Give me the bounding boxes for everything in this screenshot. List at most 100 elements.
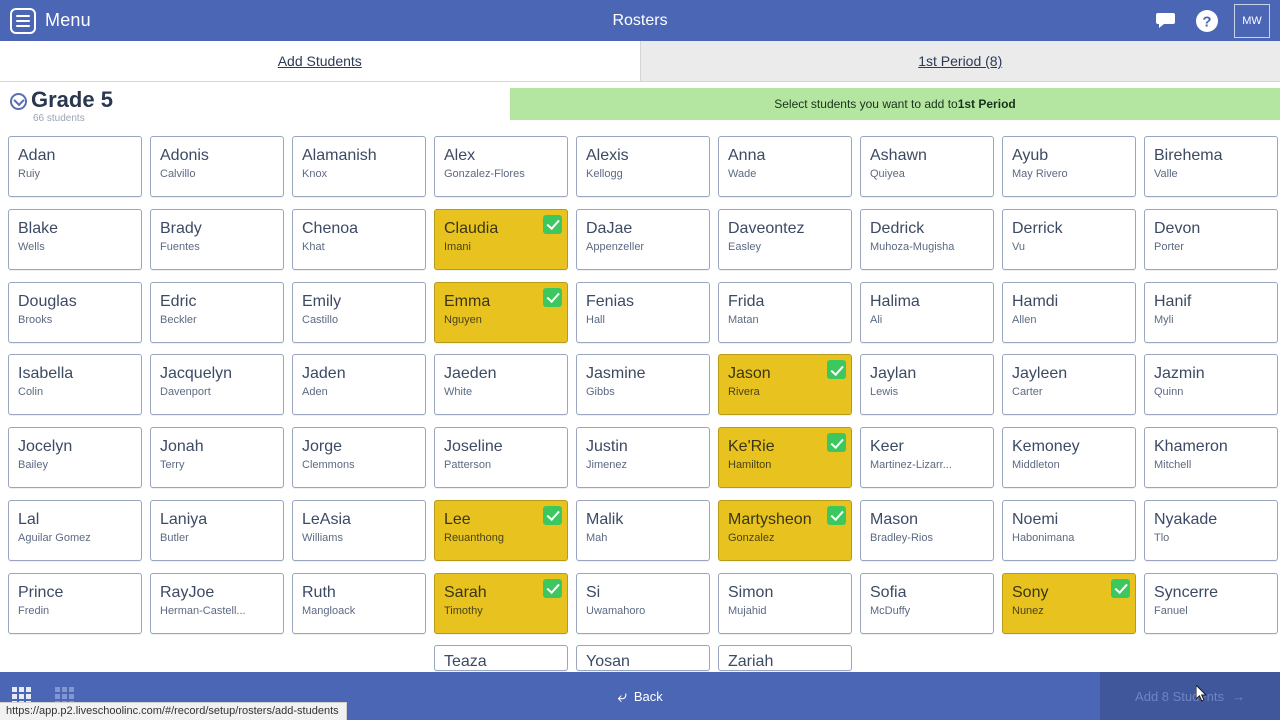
student-cell: Douglas Brooks <box>8 281 150 344</box>
student-card[interactable]: Jacquelyn Davenport <box>150 354 284 416</box>
student-card[interactable]: Jasmine Gibbs <box>576 354 710 416</box>
student-cell: Yosan <box>576 645 718 672</box>
student-card[interactable]: Ke'Rie Hamilton <box>718 427 852 488</box>
grade-group-toggle[interactable]: Grade 5 66 students <box>10 86 113 124</box>
student-card[interactable]: Jocelyn Bailey <box>8 427 142 488</box>
student-card[interactable]: Jorge Clemmons <box>292 427 426 488</box>
student-card[interactable]: Lal Aguilar Gomez <box>8 499 142 561</box>
student-card[interactable]: Jayleen Carter <box>1002 354 1136 416</box>
student-card[interactable]: Jaylan Lewis <box>860 354 994 416</box>
student-card[interactable]: Fenias Hall <box>576 281 710 343</box>
student-card[interactable]: LeAsia Williams <box>292 499 426 561</box>
student-card[interactable]: Kemoney Middleton <box>1002 427 1136 488</box>
selected-check-icon <box>543 505 562 525</box>
student-card[interactable]: Alexis Kellogg <box>576 136 710 197</box>
student-card[interactable]: Blake Wells <box>8 208 142 270</box>
student-card[interactable]: Justin Jimenez <box>576 427 710 488</box>
student-card[interactable]: Hanif Myli <box>1144 281 1278 343</box>
tab-1st-period[interactable]: 1st Period (8) <box>639 41 1280 81</box>
student-card[interactable]: Keer Martinez-Lizarr... <box>860 427 994 488</box>
student-card[interactable]: Devon Porter <box>1144 208 1278 270</box>
chevron-down-circle-icon[interactable] <box>10 93 27 110</box>
student-card[interactable]: Sarah Timothy <box>434 572 568 634</box>
header-actions: ? MW <box>1154 0 1270 41</box>
student-last-name: Nguyen <box>444 313 482 326</box>
student-card[interactable]: Emma Nguyen <box>434 281 568 343</box>
student-card[interactable]: RayJoe Herman-Castell... <box>150 572 284 634</box>
student-card[interactable]: Jonah Terry <box>150 427 284 488</box>
student-card[interactable]: Syncerre Fanuel <box>1144 572 1278 634</box>
student-first-name: Daveontez <box>728 219 805 237</box>
student-card[interactable]: Jaden Aden <box>292 354 426 416</box>
student-card[interactable]: Brady Fuentes <box>150 208 284 270</box>
student-last-name: Aguilar Gomez <box>18 531 91 544</box>
student-first-name: Mason <box>870 510 919 528</box>
student-card[interactable]: Martysheon Gonzalez <box>718 499 852 561</box>
student-card[interactable]: Dedrick Muhoza-Mugisha <box>860 208 994 270</box>
student-first-name: Devon <box>1154 219 1201 237</box>
student-card[interactable]: Jason Rivera <box>718 354 852 416</box>
add-students-label: Add 8 Students <box>1135 688 1224 704</box>
student-card[interactable]: Joseline Patterson <box>434 427 568 488</box>
chat-bubble-icon[interactable] <box>1154 8 1180 34</box>
student-card[interactable]: Si Uwamahoro <box>576 572 710 634</box>
student-card[interactable]: Mason Bradley-Rios <box>860 499 994 561</box>
student-first-name: Jazmin <box>1154 365 1205 383</box>
student-card-grid[interactable]: Adan Ruiy Adonis Calvillo Alamanish Knox Alex G… <box>8 136 1280 672</box>
tab-add-students[interactable]: Add Students <box>0 41 640 81</box>
student-first-name: Malik <box>586 510 624 528</box>
student-card[interactable]: Chenoa Khat <box>292 208 426 270</box>
student-first-name: Justin <box>586 438 628 455</box>
student-last-name: Hamilton <box>728 459 772 471</box>
student-cell: Frida Matan <box>718 281 860 344</box>
student-card[interactable]: Ayub May Rivero <box>1002 136 1136 197</box>
student-card[interactable]: Jazmin Quinn <box>1144 354 1278 416</box>
student-card[interactable]: Alamanish Knox <box>292 136 426 197</box>
student-card[interactable]: Birehema Valle <box>1144 136 1278 197</box>
student-card[interactable]: Douglas Brooks <box>8 281 142 343</box>
student-card[interactable]: Simon Mujahid <box>718 572 852 634</box>
student-card[interactable]: Halima Ali <box>860 281 994 343</box>
student-card[interactable]: Adan Ruiy <box>8 136 142 197</box>
student-card[interactable]: Laniya Butler <box>150 499 284 561</box>
student-card[interactable]: Emily Castillo <box>292 281 426 343</box>
student-card[interactable]: Derrick Vu <box>1002 208 1136 270</box>
student-last-name: Bradley-Rios <box>870 531 933 544</box>
student-card[interactable]: Sofia McDuffy <box>860 572 994 634</box>
student-card[interactable]: Lee Reuanthong <box>434 499 568 561</box>
student-card[interactable]: Ashawn Quiyea <box>860 136 994 197</box>
student-card[interactable]: Sony Nunez <box>1002 572 1136 634</box>
student-card[interactable]: Isabella Colin <box>8 354 142 416</box>
student-last-name: Martinez-Lizarr... <box>870 459 952 471</box>
student-card[interactable]: DaJae Appenzeller <box>576 208 710 270</box>
student-card[interactable]: Yosan <box>576 645 710 672</box>
student-card[interactable]: Ruth Mangloack <box>292 572 426 634</box>
student-card[interactable]: Zariah <box>718 645 852 672</box>
student-first-name: Alex <box>444 147 476 164</box>
student-card[interactable]: Nyakade Tlo <box>1144 499 1278 561</box>
student-card[interactable]: Teaza <box>434 645 568 672</box>
avatar[interactable]: MW <box>1234 3 1270 38</box>
student-cell: Adan Ruiy <box>8 136 150 198</box>
student-card[interactable]: Malik Mah <box>576 499 710 561</box>
student-card[interactable]: Daveontez Easley <box>718 208 852 270</box>
student-card[interactable]: Hamdi Allen <box>1002 281 1136 343</box>
student-card[interactable]: Edric Beckler <box>150 281 284 343</box>
student-card[interactable]: Prince Fredin <box>8 572 142 634</box>
add-students-button[interactable]: Add 8 Students → <box>1100 672 1280 720</box>
student-card[interactable]: Khameron Mitchell <box>1144 427 1278 488</box>
tab-bar: Add Students 1st Period (8) <box>0 41 1280 82</box>
student-first-name: Simon <box>728 583 774 601</box>
hamburger-menu-icon[interactable] <box>10 7 36 34</box>
question-mark-icon[interactable]: ? <box>1194 8 1220 34</box>
student-card[interactable]: Adonis Calvillo <box>150 136 284 197</box>
student-card[interactable]: Frida Matan <box>718 281 852 343</box>
student-card[interactable]: Alex Gonzalez-Flores <box>434 136 568 197</box>
student-card[interactable]: Noemi Habonimana <box>1002 499 1136 561</box>
menu-button[interactable]: Menu <box>6 0 95 41</box>
back-button[interactable]: ⤶ Back <box>585 688 695 705</box>
student-card[interactable]: Jaeden White <box>434 354 568 416</box>
student-card[interactable]: Anna Wade <box>718 136 852 197</box>
student-cell: Jason Rivera <box>718 354 860 416</box>
student-card[interactable]: Claudia Imani <box>434 208 568 270</box>
